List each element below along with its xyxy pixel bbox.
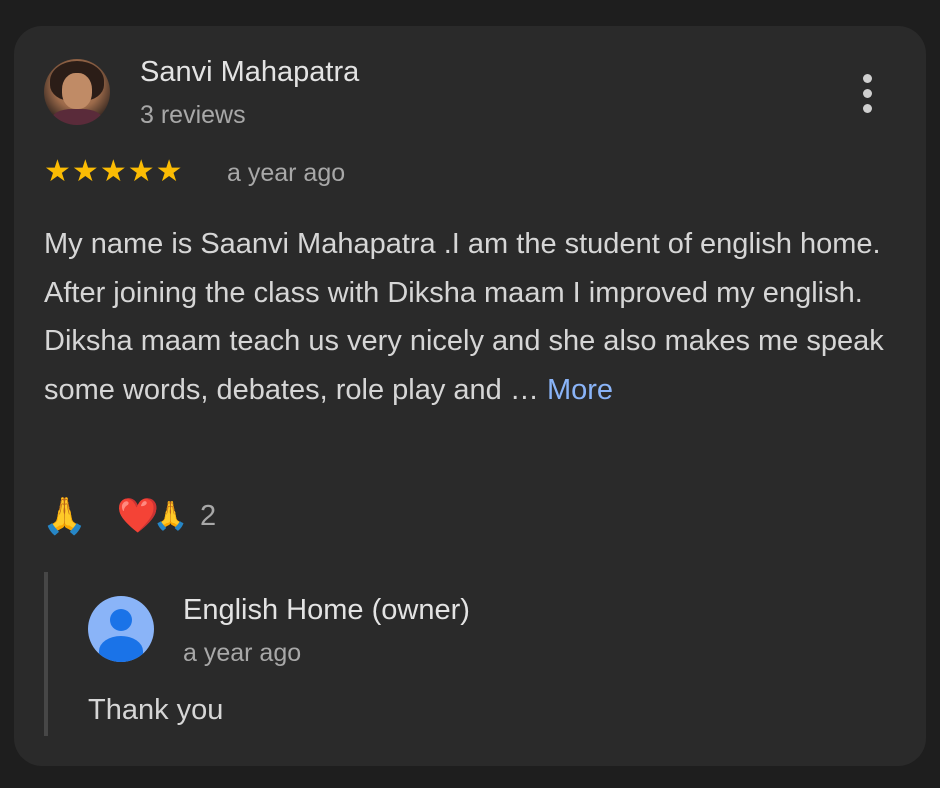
reaction-summary[interactable]: ❤️ 🙏 2	[117, 492, 216, 540]
reactions-row: 🙏 ❤️ 🙏 2	[42, 492, 216, 540]
avatar-face	[62, 73, 92, 109]
review-body: My name is Saanvi Mahapatra .I am the st…	[44, 228, 884, 406]
star-rating: ★ ★ ★ ★ ★	[44, 155, 183, 189]
star-icon: ★	[99, 154, 127, 189]
owner-reply-date: a year ago	[183, 639, 302, 667]
star-icon: ★	[71, 154, 99, 189]
star-icon: ★	[155, 154, 183, 189]
star-icon: ★	[44, 154, 71, 189]
more-link[interactable]: More	[547, 374, 613, 406]
reply-divider	[44, 572, 48, 736]
owner-reply-text: Thank you	[88, 694, 224, 726]
owner-name: English Home (owner)	[183, 594, 470, 626]
folded-hands-icon[interactable]: 🙏	[42, 492, 87, 540]
reviewer-name[interactable]: Sanvi Mahapatra	[140, 56, 359, 89]
star-icon: ★	[127, 154, 155, 189]
folded-hands-icon: 🙏	[153, 500, 189, 531]
avatar-body	[52, 109, 102, 125]
reaction-count: 2	[200, 499, 217, 532]
reviewer-review-count[interactable]: 3 reviews	[140, 101, 246, 130]
person-icon	[88, 596, 154, 662]
review-card: Sanvi Mahapatra 3 reviews ★ ★ ★ ★ ★ a ye…	[14, 26, 926, 766]
more-vert-icon[interactable]	[854, 72, 882, 116]
review-date: a year ago	[227, 159, 346, 187]
reviewer-avatar[interactable]	[44, 59, 110, 125]
review-text: My name is Saanvi Mahapatra .I am the st…	[44, 220, 904, 414]
